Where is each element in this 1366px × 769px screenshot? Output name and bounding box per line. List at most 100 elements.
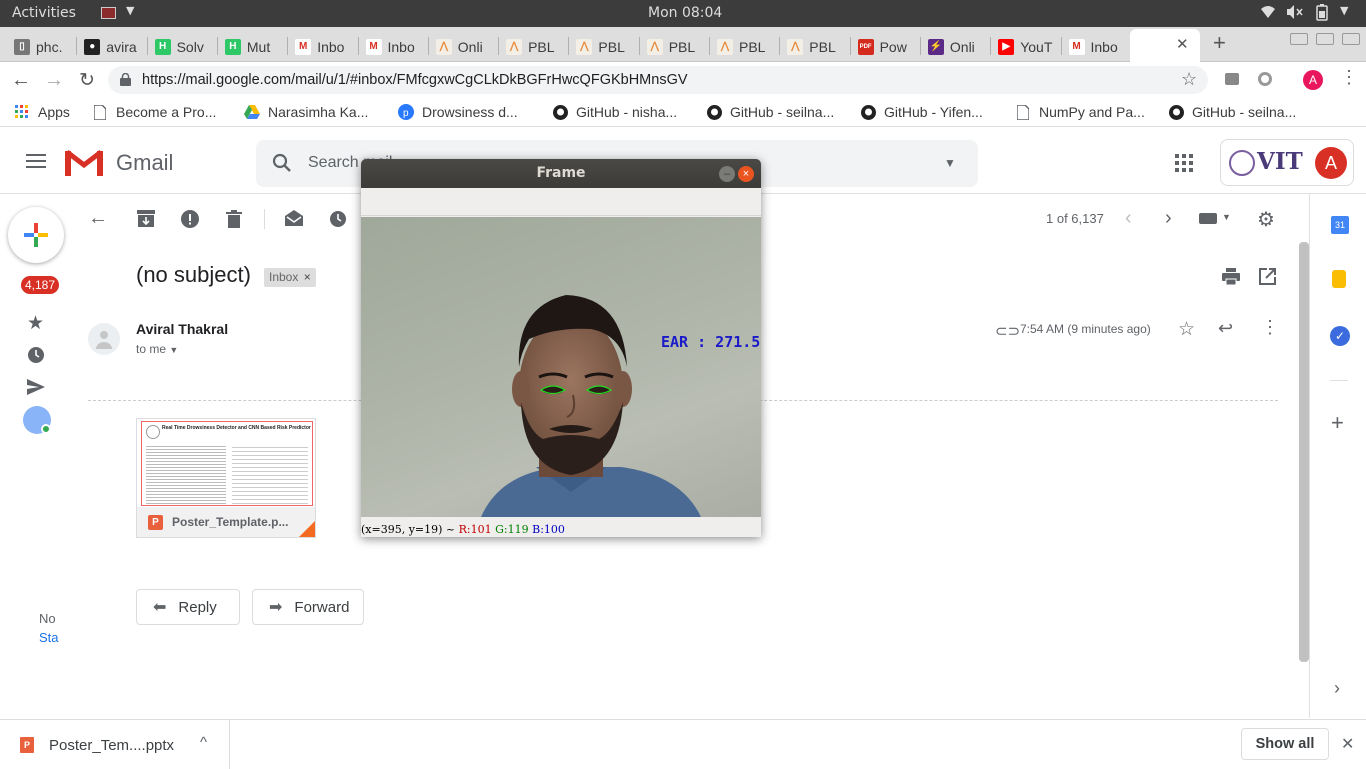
snoozed-icon[interactable] bbox=[27, 346, 45, 367]
tasks-icon[interactable]: ✓ bbox=[1330, 326, 1350, 346]
input-tools-chevron-icon[interactable]: ▼ bbox=[1222, 212, 1231, 222]
browser-tab[interactable]: ⋀ PBL bbox=[717, 31, 773, 62]
show-all-button[interactable]: Show all bbox=[1241, 728, 1329, 760]
search-options-icon[interactable]: ▼ bbox=[944, 156, 956, 170]
bookmark-item[interactable]: Narasimha Ka... bbox=[244, 97, 368, 127]
app-menu-chevron-icon[interactable]: ▼ bbox=[126, 4, 134, 17]
browser-tab[interactable]: ⚡ Onli bbox=[927, 31, 984, 62]
starred-icon[interactable]: ★ bbox=[27, 312, 44, 335]
bookmark-item[interactable]: NumPy and Pa... bbox=[1015, 97, 1145, 127]
bookmark-item[interactable]: Become a Pro... bbox=[92, 97, 216, 127]
hangouts-avatar[interactable] bbox=[23, 406, 51, 434]
window-close-icon[interactable] bbox=[1342, 33, 1360, 45]
browser-tab[interactable]: ⋀ PBL bbox=[576, 31, 632, 62]
webcam-image[interactable]: EAR : 271.56 bbox=[361, 217, 761, 517]
browser-tab[interactable]: PDF Pow bbox=[857, 31, 914, 62]
forward-icon[interactable]: → bbox=[43, 69, 65, 91]
download-item[interactable]: P Poster_Tem....pptx ^ bbox=[0, 720, 230, 769]
frame-titlebar[interactable]: Frame – × bbox=[361, 159, 761, 188]
app-indicator-icon[interactable] bbox=[101, 7, 116, 19]
hangouts-start-link[interactable]: Sta bbox=[39, 630, 59, 645]
battery-icon[interactable] bbox=[1316, 4, 1328, 25]
browser-tab[interactable]: ⋀ PBL bbox=[646, 31, 703, 62]
get-addons-icon[interactable]: + bbox=[1331, 410, 1344, 436]
attachment-card[interactable]: Real Time Drowsiness Detector and CNN Ba… bbox=[136, 418, 316, 538]
sender-name[interactable]: Aviral Thakral bbox=[136, 321, 228, 337]
sent-icon[interactable] bbox=[27, 379, 45, 398]
window-minimize-icon[interactable] bbox=[1290, 33, 1308, 45]
browser-menu-icon[interactable]: ⋮ bbox=[1340, 68, 1358, 86]
forward-button[interactable]: ➡ Forward bbox=[252, 589, 364, 625]
keep-icon[interactable] bbox=[1332, 270, 1346, 288]
new-tab-icon[interactable]: + bbox=[1213, 30, 1226, 56]
account-switcher[interactable]: VIT A bbox=[1220, 139, 1354, 186]
frame-minimize-icon[interactable]: – bbox=[719, 166, 735, 182]
reply-icon[interactable]: ↩ bbox=[1218, 318, 1233, 339]
back-icon[interactable]: ← bbox=[10, 69, 32, 91]
browser-tab[interactable]: H Mut bbox=[224, 31, 281, 62]
apps-grid-icon[interactable] bbox=[1175, 154, 1193, 175]
bookmark-item[interactable]: GitHub - nisha... bbox=[552, 97, 677, 127]
system-menu-chevron-icon[interactable]: ▼ bbox=[1340, 4, 1348, 17]
calendar-icon[interactable]: 31 bbox=[1331, 216, 1349, 234]
remove-label-icon[interactable]: × bbox=[304, 270, 311, 284]
star-message-icon[interactable]: ☆ bbox=[1178, 318, 1195, 341]
close-downloads-icon[interactable]: ✕ bbox=[1341, 734, 1354, 754]
message-scrollbar[interactable] bbox=[1299, 242, 1309, 662]
browser-tab[interactable]: ▶ YouT bbox=[998, 31, 1054, 62]
activities-button[interactable]: Activities bbox=[12, 5, 76, 21]
bookmark-item[interactable]: Apps bbox=[14, 97, 70, 127]
browser-tab[interactable]: M Inbo bbox=[1068, 31, 1125, 62]
report-spam-icon[interactable] bbox=[181, 210, 199, 231]
bookmark-item[interactable]: p Drowsiness d... bbox=[398, 97, 518, 127]
reload-icon[interactable]: ↻ bbox=[76, 69, 98, 91]
settings-gear-icon[interactable]: ⚙ bbox=[1257, 207, 1275, 232]
browser-tab[interactable]: ⋀ Onli bbox=[435, 31, 492, 62]
window-restore-icon[interactable] bbox=[1316, 33, 1334, 45]
bookmark-star-icon[interactable]: ☆ bbox=[1181, 69, 1197, 90]
clock[interactable]: Mon 08:04 bbox=[648, 5, 722, 21]
main-menu-icon[interactable] bbox=[26, 154, 46, 171]
gmail-logo-icon[interactable] bbox=[65, 148, 103, 179]
browser-tab[interactable]: H Solv bbox=[154, 31, 211, 62]
opencv-frame-window[interactable]: Frame – × EAR: 271.56 (x=395, y=19) ~ R… bbox=[361, 159, 761, 537]
mark-unread-icon[interactable] bbox=[285, 210, 303, 229]
browser-tab[interactable]: ⋀ PBL bbox=[506, 31, 562, 62]
browser-tab[interactable]: ⋀ PBL bbox=[787, 31, 843, 62]
bookmark-item[interactable]: GitHub - seilna... bbox=[1168, 97, 1296, 127]
more-actions-icon[interactable]: ⋮ bbox=[1261, 317, 1279, 338]
bookmark-item[interactable]: GitHub - seilna... bbox=[706, 97, 834, 127]
browser-tab[interactable]: ● avira bbox=[84, 31, 140, 62]
newer-icon[interactable]: ‹ bbox=[1125, 207, 1132, 230]
browser-tab[interactable]: ▯ phc. bbox=[14, 31, 70, 62]
delete-icon[interactable] bbox=[226, 210, 242, 231]
recipient-line[interactable]: to me ▼ bbox=[136, 342, 178, 356]
open-new-window-icon[interactable] bbox=[1259, 268, 1276, 288]
expand-panel-icon[interactable]: › bbox=[1334, 678, 1340, 699]
back-to-inbox-icon[interactable]: ← bbox=[88, 207, 108, 230]
url-text[interactable]: https://mail.google.com/mail/u/1/#inbox/… bbox=[142, 72, 688, 88]
browser-tab[interactable]: M Inbo bbox=[365, 31, 422, 62]
bookmark-item[interactable]: GitHub - Yifen... bbox=[860, 97, 983, 127]
close-tab-icon[interactable]: ✕ bbox=[1176, 35, 1189, 53]
sender-avatar[interactable] bbox=[88, 323, 120, 355]
input-tools-icon[interactable] bbox=[1199, 213, 1217, 224]
download-options-chevron-icon[interactable]: ^ bbox=[200, 734, 207, 751]
archive-icon[interactable] bbox=[137, 210, 155, 230]
account-avatar[interactable]: A bbox=[1315, 147, 1347, 179]
frame-close-icon[interactable]: × bbox=[738, 166, 754, 182]
profile-avatar[interactable]: A bbox=[1303, 70, 1323, 90]
omnibox[interactable]: https://mail.google.com/mail/u/1/#inbox/… bbox=[108, 66, 1208, 94]
snooze-icon[interactable] bbox=[329, 210, 347, 231]
extension-camera-icon[interactable] bbox=[1225, 73, 1239, 85]
browser-tab[interactable]: M Inbo bbox=[295, 31, 351, 62]
recipient-chevron-icon[interactable]: ▼ bbox=[169, 345, 178, 355]
attachment-filename[interactable]: Poster_Template.p... bbox=[172, 515, 288, 529]
older-icon[interactable]: › bbox=[1165, 207, 1172, 230]
inbox-count-badge[interactable]: 4,187 bbox=[21, 276, 60, 294]
extension-circle-icon[interactable] bbox=[1258, 72, 1272, 86]
volume-muted-icon[interactable] bbox=[1286, 4, 1304, 24]
wifi-icon[interactable] bbox=[1260, 4, 1276, 24]
search-icon[interactable] bbox=[272, 153, 292, 176]
print-icon[interactable] bbox=[1222, 268, 1240, 288]
